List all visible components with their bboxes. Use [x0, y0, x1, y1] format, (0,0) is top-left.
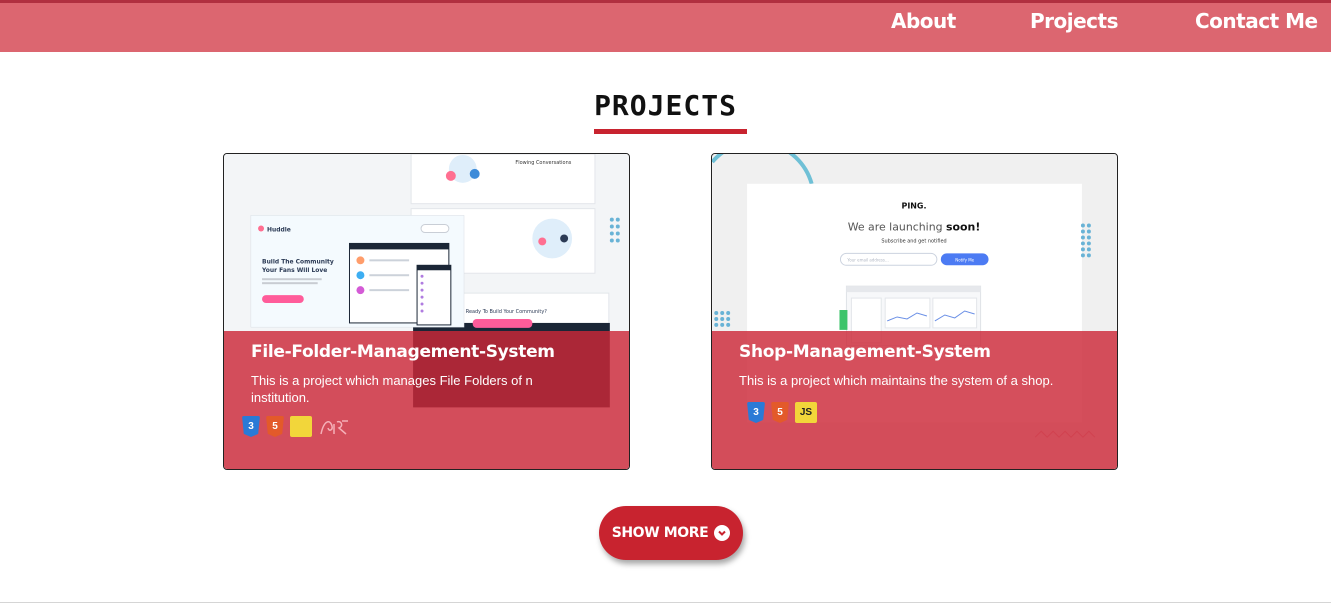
- project-title: Shop-Management-System: [739, 342, 991, 362]
- nav-link-projects[interactable]: Projects: [1030, 9, 1119, 33]
- project-description: This is a project which manages File Fol…: [251, 373, 533, 405]
- section-divider: [0, 602, 1331, 603]
- show-more-label: SHOW MORE: [611, 525, 709, 541]
- javascript-icon: [290, 416, 312, 437]
- preview-notify-button: Notify Me: [955, 257, 974, 262]
- css3-icon: 3: [747, 402, 765, 423]
- preview-brand: Huddle: [267, 227, 291, 234]
- show-more-button[interactable]: SHOW MORE: [599, 506, 743, 560]
- html5-icon: 5: [266, 416, 284, 437]
- tech-stack: 3 5: [242, 416, 352, 437]
- nav-link-contact[interactable]: Contact Me: [1195, 9, 1318, 33]
- project-card-shop[interactable]: PING. We are launching soon! Subscribe a…: [711, 153, 1118, 470]
- javascript-icon: JS: [795, 402, 817, 423]
- tech-stack: 3 5 JS: [747, 402, 817, 423]
- preview-feature-heading: Flowing Conversations: [515, 160, 571, 166]
- project-card-file-folder[interactable]: Flowing Conversations Huddle Build The C…: [223, 153, 630, 470]
- preview-headline-light: We are launching: [848, 221, 946, 234]
- preview-cta-heading: Ready To Build Your Community?: [466, 309, 548, 315]
- preview-hero-line1: Build The Community: [262, 258, 334, 265]
- preview-brand: PING.: [902, 202, 927, 211]
- preview-subline: Subscribe and get notified: [881, 238, 946, 244]
- preview-email-placeholder: Your email address...: [847, 257, 888, 262]
- title-underline: [594, 129, 747, 134]
- preview-headline-bold: soon!: [946, 221, 980, 234]
- project-title: File-Folder-Management-System: [251, 342, 555, 362]
- section-title: PROJECTS: [594, 89, 737, 122]
- preview-hero-line2: Your Fans Will Love: [261, 267, 327, 274]
- git-icon: [318, 416, 352, 437]
- css3-icon: 3: [242, 416, 260, 437]
- chevron-down-icon: [714, 525, 731, 541]
- project-description: This is a project which maintains the sy…: [739, 373, 1054, 388]
- html5-icon: 5: [771, 402, 789, 423]
- preview-headline: We are launching soon!: [848, 221, 981, 234]
- nav-link-about[interactable]: About: [891, 9, 956, 33]
- top-navbar: About Projects Contact Me: [0, 0, 1331, 52]
